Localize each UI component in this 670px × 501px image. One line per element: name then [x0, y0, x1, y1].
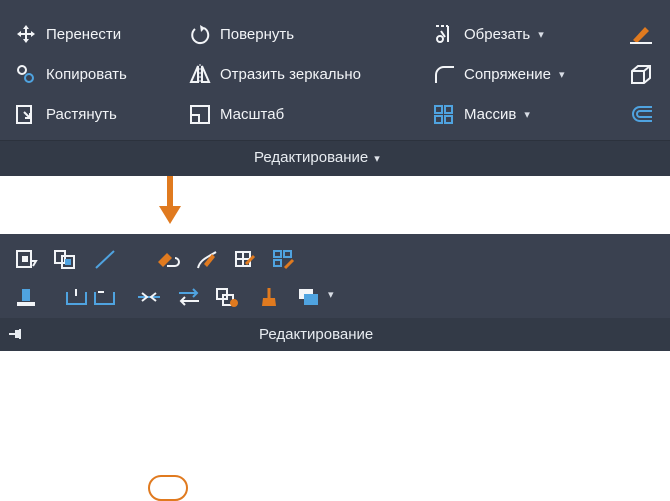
panel-footer[interactable]: Редактирование ▾	[0, 140, 670, 176]
box-3d-icon	[628, 63, 654, 85]
array-label: Массив	[464, 105, 517, 123]
join-icon[interactable]	[136, 286, 162, 308]
fillet-icon	[432, 63, 458, 85]
ribbon-panel-modify-expanded: Перенести Повернуть Обрезать ▾ Копироват…	[0, 0, 670, 176]
move-button[interactable]: Перенести	[14, 22, 121, 46]
copy-icon	[14, 63, 40, 85]
scale-icon	[188, 103, 214, 125]
stretch-button[interactable]: Растянуть	[14, 102, 117, 126]
copy-clip-icon[interactable]	[14, 248, 40, 270]
offset-icon	[628, 103, 654, 125]
explode-icon[interactable]	[214, 286, 240, 308]
pin-icon[interactable]	[8, 328, 24, 340]
fillet-dropdown-caret[interactable]: ▾	[559, 68, 565, 81]
trim-icon	[432, 23, 458, 45]
stretch-label: Растянуть	[46, 105, 117, 123]
draw-order-button[interactable]: ▾	[296, 286, 346, 308]
trim-label: Обрезать	[464, 25, 531, 43]
mirror-label: Отразить зеркально	[220, 65, 361, 83]
pointer-arrow-icon	[159, 176, 181, 224]
scale-label: Масштаб	[220, 105, 285, 123]
fillet-button[interactable]: Сопряжение ▾	[432, 62, 565, 86]
hatch-edit-icon[interactable]	[232, 248, 258, 270]
panel-title: Редактирование	[254, 149, 369, 166]
array-icon	[432, 103, 458, 125]
solid-edit-button[interactable]	[628, 62, 660, 86]
fillet-label: Сопряжение	[464, 65, 551, 83]
array-edit-icon[interactable]	[271, 248, 297, 270]
mirror-button[interactable]: Отразить зеркально	[188, 62, 361, 86]
erase-icon	[628, 23, 654, 45]
draw-order-brush-icon[interactable]	[256, 286, 282, 308]
offset-button[interactable]	[628, 102, 660, 126]
scale-button[interactable]: Масштаб	[188, 102, 284, 126]
erase-curve-icon[interactable]	[194, 248, 220, 270]
stretch-icon	[14, 103, 40, 125]
panel-footer-compact[interactable]: Редактирование	[0, 318, 670, 351]
rotate-icon	[188, 23, 214, 45]
break-icon[interactable]	[92, 286, 118, 308]
mirror-icon	[188, 63, 214, 85]
trim-dropdown-caret[interactable]: ▾	[538, 28, 544, 41]
erase-button[interactable]	[628, 22, 660, 46]
move-label: Перенести	[46, 25, 122, 43]
array-button[interactable]: Массив ▾	[432, 102, 530, 126]
highlight-circle	[148, 475, 188, 501]
rotate-button[interactable]: Повернуть	[188, 22, 294, 46]
copy-button[interactable]: Копировать	[14, 62, 127, 86]
align-icon[interactable]	[14, 286, 40, 308]
trim-button[interactable]: Обрезать ▾	[432, 22, 544, 46]
copy-label: Копировать	[46, 65, 127, 83]
draw-order-dropdown-caret[interactable]: ▾	[328, 288, 334, 301]
panel-title-compact: Редактирование	[259, 326, 374, 343]
erase-single-element-icon[interactable]	[155, 248, 181, 270]
line-icon[interactable]	[92, 248, 118, 270]
paste-icon[interactable]	[52, 248, 78, 270]
panel-expand-caret[interactable]: ▾	[374, 153, 380, 165]
break-at-point-icon[interactable]	[64, 286, 90, 308]
reverse-icon[interactable]	[176, 286, 202, 308]
move-icon	[14, 23, 40, 45]
array-dropdown-caret[interactable]: ▾	[524, 108, 530, 121]
rotate-label: Повернуть	[220, 25, 295, 43]
